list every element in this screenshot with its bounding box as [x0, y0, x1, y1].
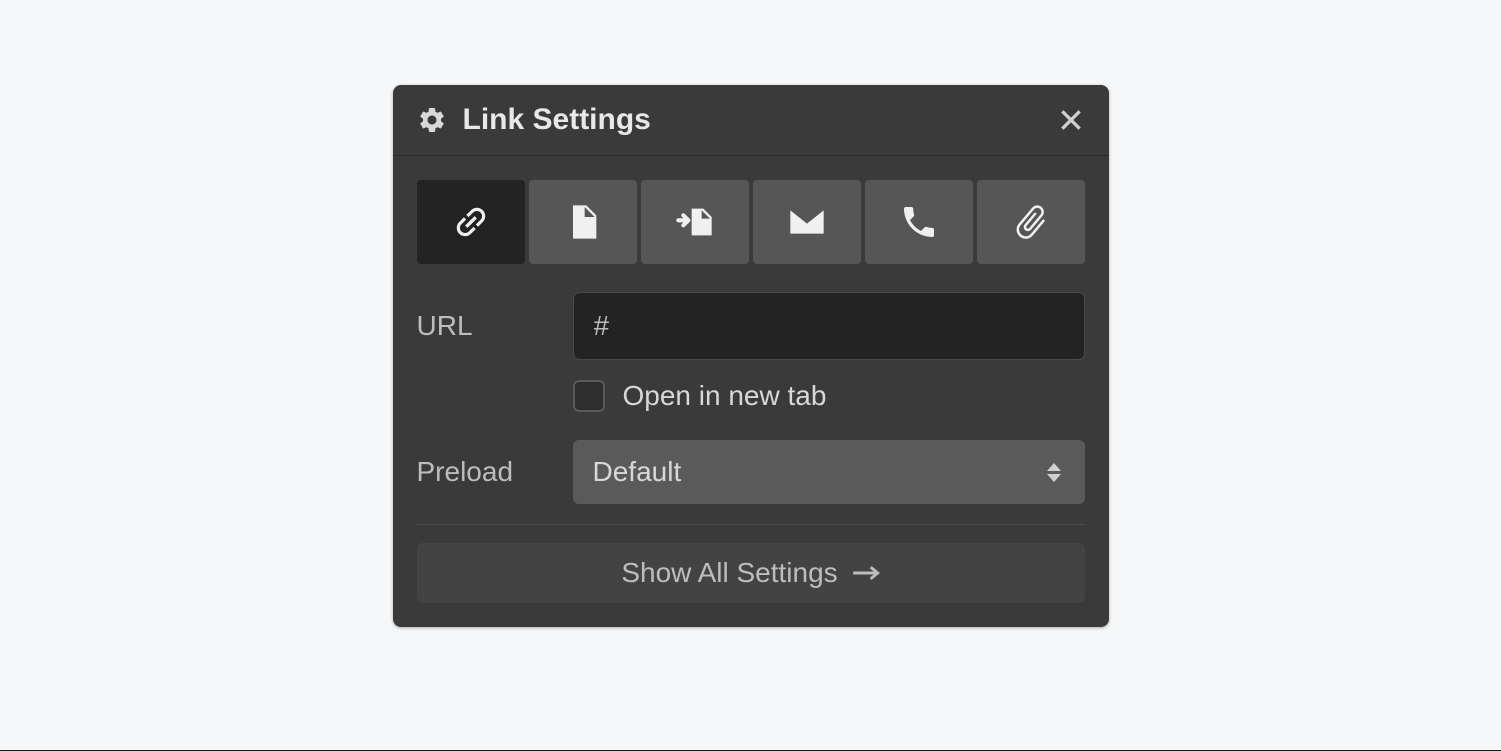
tab-email[interactable]	[753, 180, 861, 264]
preload-row: Preload Default	[417, 440, 1085, 504]
link-type-tabs	[417, 180, 1085, 264]
panel-body: URL Open in new tab Preload Default	[393, 156, 1109, 627]
show-all-label: Show All Settings	[621, 557, 837, 589]
preload-label: Preload	[417, 456, 573, 488]
arrow-right-icon	[852, 563, 880, 583]
url-row: URL	[417, 292, 1085, 360]
panel-title: Link Settings	[463, 103, 1057, 137]
show-all-settings-button[interactable]: Show All Settings	[417, 543, 1085, 603]
tab-url[interactable]	[417, 180, 525, 264]
open-new-tab-row: Open in new tab	[573, 380, 1085, 412]
open-new-tab-label: Open in new tab	[623, 380, 827, 412]
panel-header: Link Settings	[393, 85, 1109, 156]
tab-page-section[interactable]	[641, 180, 749, 264]
preload-select[interactable]: Default	[573, 440, 1085, 504]
open-new-tab-checkbox[interactable]	[573, 380, 605, 412]
attachment-icon	[1011, 202, 1051, 242]
email-icon	[787, 202, 827, 242]
link-settings-panel: Link Settings UR	[393, 85, 1109, 627]
close-icon	[1058, 107, 1084, 133]
url-label: URL	[417, 310, 573, 342]
select-caret-icon	[1047, 459, 1067, 485]
url-input[interactable]	[573, 292, 1085, 360]
phone-icon	[899, 202, 939, 242]
divider	[417, 524, 1085, 525]
gear-icon	[417, 105, 447, 135]
close-button[interactable]	[1057, 106, 1085, 134]
tab-page[interactable]	[529, 180, 637, 264]
link-icon	[451, 202, 491, 242]
page-section-icon	[675, 202, 715, 242]
tab-phone[interactable]	[865, 180, 973, 264]
page-icon	[563, 202, 603, 242]
preload-value: Default	[593, 456, 682, 488]
tab-file[interactable]	[977, 180, 1085, 264]
